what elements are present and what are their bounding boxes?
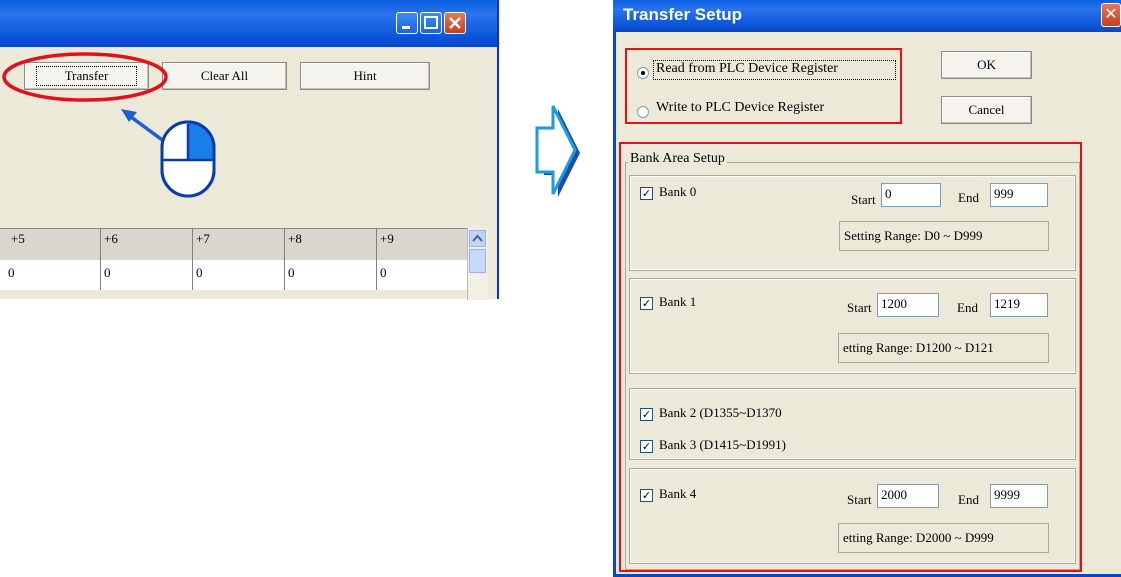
column-header: +9 (376, 228, 467, 260)
clear-all-button[interactable]: Clear All (162, 62, 287, 90)
table-cell[interactable]: 0 (0, 260, 100, 290)
table-cell[interactable]: 0 (376, 260, 467, 290)
mouse-icon (160, 120, 216, 198)
dialog-title: Transfer Setup (623, 5, 743, 24)
table-cell[interactable]: 0 (284, 260, 376, 290)
highlight-ellipse (2, 52, 168, 102)
close-icon (449, 17, 461, 29)
close-button[interactable] (444, 12, 466, 34)
right-arrow-icon (535, 105, 580, 197)
scroll-thumb[interactable] (469, 249, 486, 273)
minimize-icon (402, 26, 410, 29)
table-cell[interactable]: 0 (100, 260, 192, 290)
column-header: +5 (11, 231, 25, 246)
dialog-titlebar: Transfer Setup (613, 0, 1121, 32)
vertical-scrollbar[interactable] (467, 228, 488, 300)
mode-highlight-box (625, 48, 902, 124)
bank-highlight-box (619, 142, 1082, 572)
hint-button[interactable]: Hint (300, 62, 430, 90)
minimize-button[interactable] (396, 12, 418, 34)
chevron-up-icon (472, 234, 483, 242)
column-header: +8 (284, 228, 376, 260)
column-header: +6 (100, 228, 192, 260)
ok-button[interactable]: OK (941, 51, 1032, 79)
table-cell[interactable]: 0 (192, 260, 284, 290)
maximize-button[interactable] (420, 12, 442, 34)
scroll-up-button[interactable] (469, 230, 486, 247)
column-header: +7 (192, 228, 284, 260)
dialog-close-button[interactable]: ✕ (1101, 3, 1121, 27)
maximize-icon (424, 16, 438, 29)
cancel-button[interactable]: Cancel (941, 96, 1032, 124)
close-icon: ✕ (1104, 6, 1118, 23)
